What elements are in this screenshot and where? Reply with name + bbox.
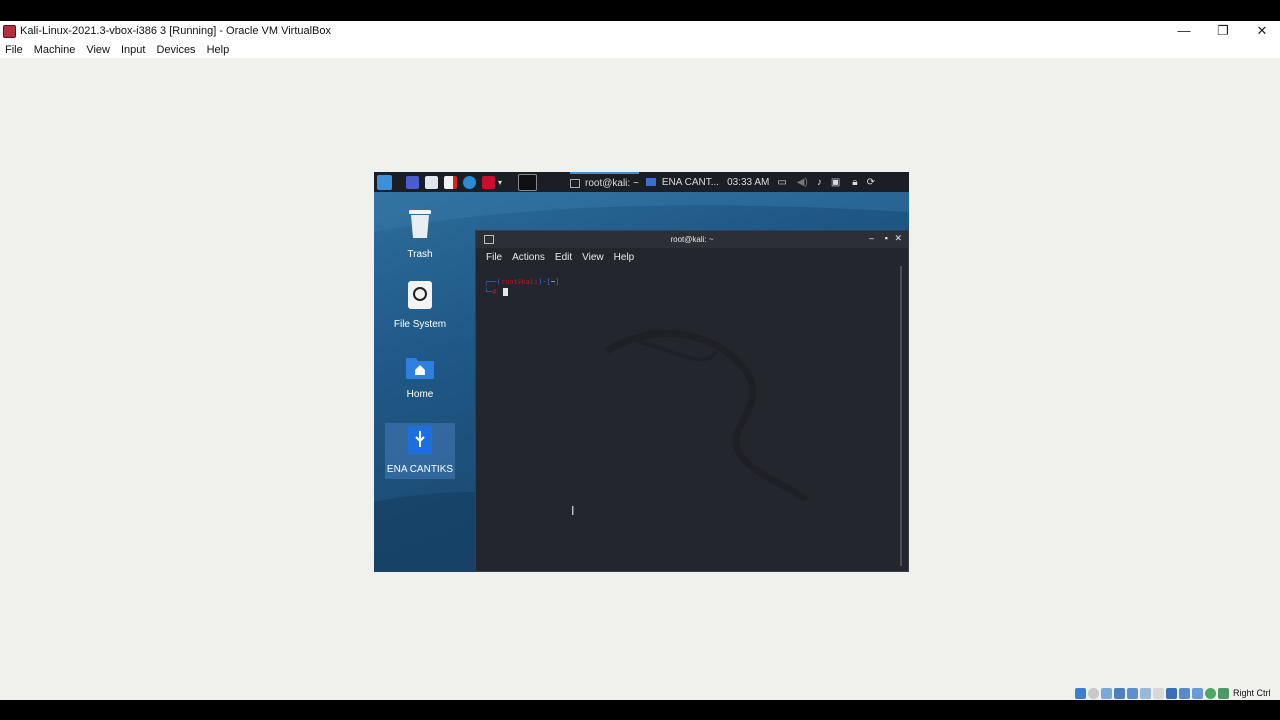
desktop-icon-home[interactable]: Home (385, 354, 455, 401)
optical-drive-icon[interactable] (1088, 687, 1099, 699)
virtualbox-app-icon (3, 24, 16, 38)
terminal-scrollbar[interactable] (900, 266, 902, 566)
menu-help[interactable]: Help (207, 44, 230, 56)
menu-input[interactable]: Input (121, 44, 145, 56)
hard-disk-icon[interactable] (1075, 687, 1086, 699)
virtualization-icon[interactable] (1192, 687, 1203, 699)
file-manager-icon[interactable] (425, 175, 438, 189)
terminal-window[interactable]: root@kali: ~ – ▪ ✕ File Actions Edit Vie… (475, 230, 909, 572)
menu-devices[interactable]: Devices (156, 44, 195, 56)
display-icon[interactable] (1153, 687, 1164, 699)
desktop-icon-label: Home (406, 389, 434, 400)
power-manager-icon[interactable]: ▣ (831, 177, 840, 188)
trash-icon (409, 210, 431, 238)
network-icon[interactable] (1114, 687, 1125, 699)
text-cursor (502, 288, 508, 296)
video-letterbox-bottom (0, 700, 1280, 720)
terminal-minimize-button[interactable]: – (869, 233, 874, 243)
title-bar: Kali-Linux-2021.3-vbox-i386 3 [Running] … (0, 21, 1280, 41)
terminal-launcher-icon[interactable] (518, 173, 538, 191)
menu-file[interactable]: File (5, 44, 23, 56)
terminal-titlebar[interactable]: root@kali: ~ – ▪ ✕ (476, 231, 908, 248)
volume-icon[interactable]: ◀) (797, 177, 808, 188)
terminal-menu-actions[interactable]: Actions (512, 252, 545, 263)
home-folder-icon (406, 358, 434, 379)
chevron-down-icon[interactable]: ▾ (498, 178, 502, 187)
minimize-button[interactable]: — (1164, 21, 1204, 41)
window-title: Kali-Linux-2021.3-vbox-i386 3 [Running] … (20, 25, 332, 37)
terminal-maximize-button[interactable]: ▪ (885, 233, 888, 243)
menu-machine[interactable]: Machine (34, 44, 76, 56)
logout-icon[interactable]: ⟳ (867, 177, 875, 188)
cpu-icon[interactable] (1179, 687, 1190, 699)
host-key-label: Right Ctrl (1233, 688, 1271, 698)
terminal-close-button[interactable]: ✕ (894, 233, 902, 244)
notification-bell-icon[interactable]: ♪ (817, 177, 822, 188)
drive-icon (408, 281, 432, 309)
recording-icon[interactable] (1166, 687, 1177, 699)
menu-view[interactable]: View (86, 44, 110, 56)
prompt-host: kali (521, 278, 539, 286)
ibeam-cursor-icon: I (571, 504, 575, 518)
desktop-icon-label: Trash (407, 249, 433, 260)
shared-folders-icon[interactable] (1140, 687, 1151, 699)
display-icon[interactable]: ▭ (777, 177, 786, 188)
virtualbox-window: Kali-Linux-2021.3-vbox-i386 3 [Running] … (0, 21, 1280, 700)
video-letterbox-top (0, 0, 1280, 21)
kali-top-panel: ▾ root@kali: ~ ENA CANT... 03:33 AM ▭ ◀)… (374, 172, 909, 192)
taskbar-folder[interactable]: ENA CANT... (645, 176, 720, 188)
terminal-menu-view[interactable]: View (582, 252, 604, 263)
desktop-icon-ena-cantiks[interactable]: ENA CANTIKS (385, 423, 455, 479)
desktop-icon-trash[interactable]: Trash (385, 208, 455, 261)
desktop-icon-label: ENA CANTIKS (386, 464, 454, 475)
terminal-icon (570, 178, 581, 188)
vm-display[interactable]: ▾ root@kali: ~ ENA CANT... 03:33 AM ▭ ◀)… (374, 172, 909, 572)
taskbar-folder-label: ENA CANT... (661, 176, 720, 188)
kali-menu-icon[interactable] (377, 174, 392, 190)
taskbar-terminal[interactable]: root@kali: ~ (570, 172, 639, 192)
folder-icon (645, 178, 656, 186)
lock-icon[interactable]: 🔒︎ (852, 177, 857, 188)
terminal-title: root@kali: ~ (670, 235, 714, 244)
terminal-menu-file[interactable]: File (486, 252, 502, 263)
vbox-statusbar: Right Ctrl (1075, 687, 1271, 699)
usb-drive-icon (408, 426, 432, 454)
terminal-menubar: File Actions Edit View Help (476, 248, 908, 266)
terminal-output[interactable]: ┌──(root💀︎kali)-[~] └─# I (476, 266, 908, 571)
terminal-menu-help[interactable]: Help (614, 252, 635, 263)
restore-button[interactable]: ❐ (1203, 21, 1243, 41)
workspace-icon[interactable] (406, 175, 419, 189)
close-button[interactable]: ✕ (1242, 21, 1280, 41)
vbox-menubar: File Machine View Input Devices Help (0, 41, 1280, 58)
terminal-prompt: ┌──(root💀︎kali)-[~] └─# (484, 278, 560, 296)
taskbar-terminal-label: root@kali: ~ (585, 177, 639, 189)
mouse-integration-icon[interactable] (1205, 687, 1216, 699)
kali-dragon-watermark (604, 330, 809, 501)
audio-icon[interactable] (1101, 687, 1112, 699)
text-editor-icon[interactable] (444, 175, 457, 189)
prompt-user: root (500, 278, 518, 286)
red-app-icon[interactable] (482, 175, 495, 189)
terminal-menu-edit[interactable]: Edit (555, 252, 572, 263)
panel-clock[interactable]: 03:33 AM (727, 177, 769, 188)
browser-icon[interactable] (463, 175, 476, 189)
usb-icon[interactable] (1127, 687, 1138, 699)
desktop-icon-label: File System (393, 319, 447, 330)
desktop-icon-file-system[interactable]: File System (385, 280, 455, 331)
terminal-app-icon (484, 235, 494, 244)
keyboard-capture-icon[interactable] (1218, 687, 1229, 699)
